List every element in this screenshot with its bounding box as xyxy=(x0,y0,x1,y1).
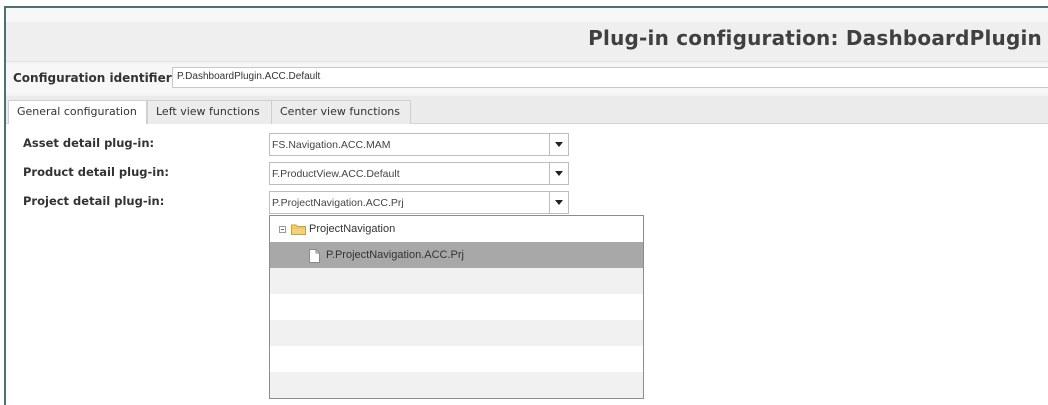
general-configuration-panel: Asset detail plug-in: FS.Navigation.ACC.… xyxy=(6,124,1048,405)
page-title: Plug-in configuration: DashboardPlugin xyxy=(588,26,1042,50)
product-detail-plugin-select[interactable]: F.ProductView.ACC.Default xyxy=(269,162,569,185)
product-detail-plugin-label: Product detail plug-in: xyxy=(23,165,170,179)
chevron-down-icon xyxy=(555,200,563,205)
dropdown-arrow-button[interactable] xyxy=(549,134,568,155)
tab-label: Center view functions xyxy=(280,105,401,118)
tab-general-configuration[interactable]: General configuration xyxy=(8,100,147,125)
project-detail-plugin-select[interactable]: P.ProjectNavigation.ACC.Prj xyxy=(269,191,569,214)
collapse-toggle-icon[interactable] xyxy=(279,226,286,233)
project-detail-plugin-label: Project detail plug-in: xyxy=(23,194,165,208)
select-value: P.ProjectNavigation.ACC.Prj xyxy=(272,197,404,209)
tree-folder-label: ProjectNavigation xyxy=(309,223,396,235)
document-icon xyxy=(309,249,320,263)
empty-row xyxy=(270,268,643,294)
dropdown-arrow-button[interactable] xyxy=(549,163,568,184)
tab-center-view-functions[interactable]: Center view functions xyxy=(271,100,411,124)
asset-detail-plugin-select[interactable]: FS.Navigation.ACC.MAM xyxy=(269,133,569,156)
chevron-down-icon xyxy=(555,171,563,176)
plugin-config-window: Plug-in configuration: DashboardPlugin C… xyxy=(4,6,1048,405)
configuration-identifier-input[interactable]: P.DashboardPlugin.ACC.Default xyxy=(172,67,1048,88)
tab-label: Left view functions xyxy=(156,105,260,118)
tab-left-view-functions[interactable]: Left view functions xyxy=(147,100,272,124)
tab-bar: General configuration Left view function… xyxy=(6,96,1048,125)
title-bar: Plug-in configuration: DashboardPlugin xyxy=(6,22,1048,62)
empty-row xyxy=(270,346,643,372)
configuration-identifier-row: Configuration identifier P.DashboardPlug… xyxy=(6,64,1048,94)
select-value: FS.Navigation.ACC.MAM xyxy=(272,139,391,151)
asset-detail-plugin-label: Asset detail plug-in: xyxy=(23,136,155,150)
top-strip xyxy=(6,8,1048,22)
empty-row xyxy=(270,320,643,346)
tree-item-label: P.ProjectNavigation.ACC.Prj xyxy=(326,249,464,261)
tree-folder-row[interactable]: ProjectNavigation xyxy=(270,216,643,242)
select-value: F.ProductView.ACC.Default xyxy=(272,168,400,180)
folder-icon xyxy=(291,224,306,235)
configuration-identifier-label: Configuration identifier xyxy=(13,71,172,85)
empty-row xyxy=(270,372,643,398)
tree-item-row[interactable]: P.ProjectNavigation.ACC.Prj xyxy=(270,242,643,268)
dropdown-arrow-button[interactable] xyxy=(549,192,568,213)
chevron-down-icon xyxy=(555,142,563,147)
project-detail-plugin-dropdown: ProjectNavigation P.ProjectNavigation.AC… xyxy=(269,215,644,399)
tab-label: General configuration xyxy=(17,105,137,118)
empty-row xyxy=(270,294,643,320)
